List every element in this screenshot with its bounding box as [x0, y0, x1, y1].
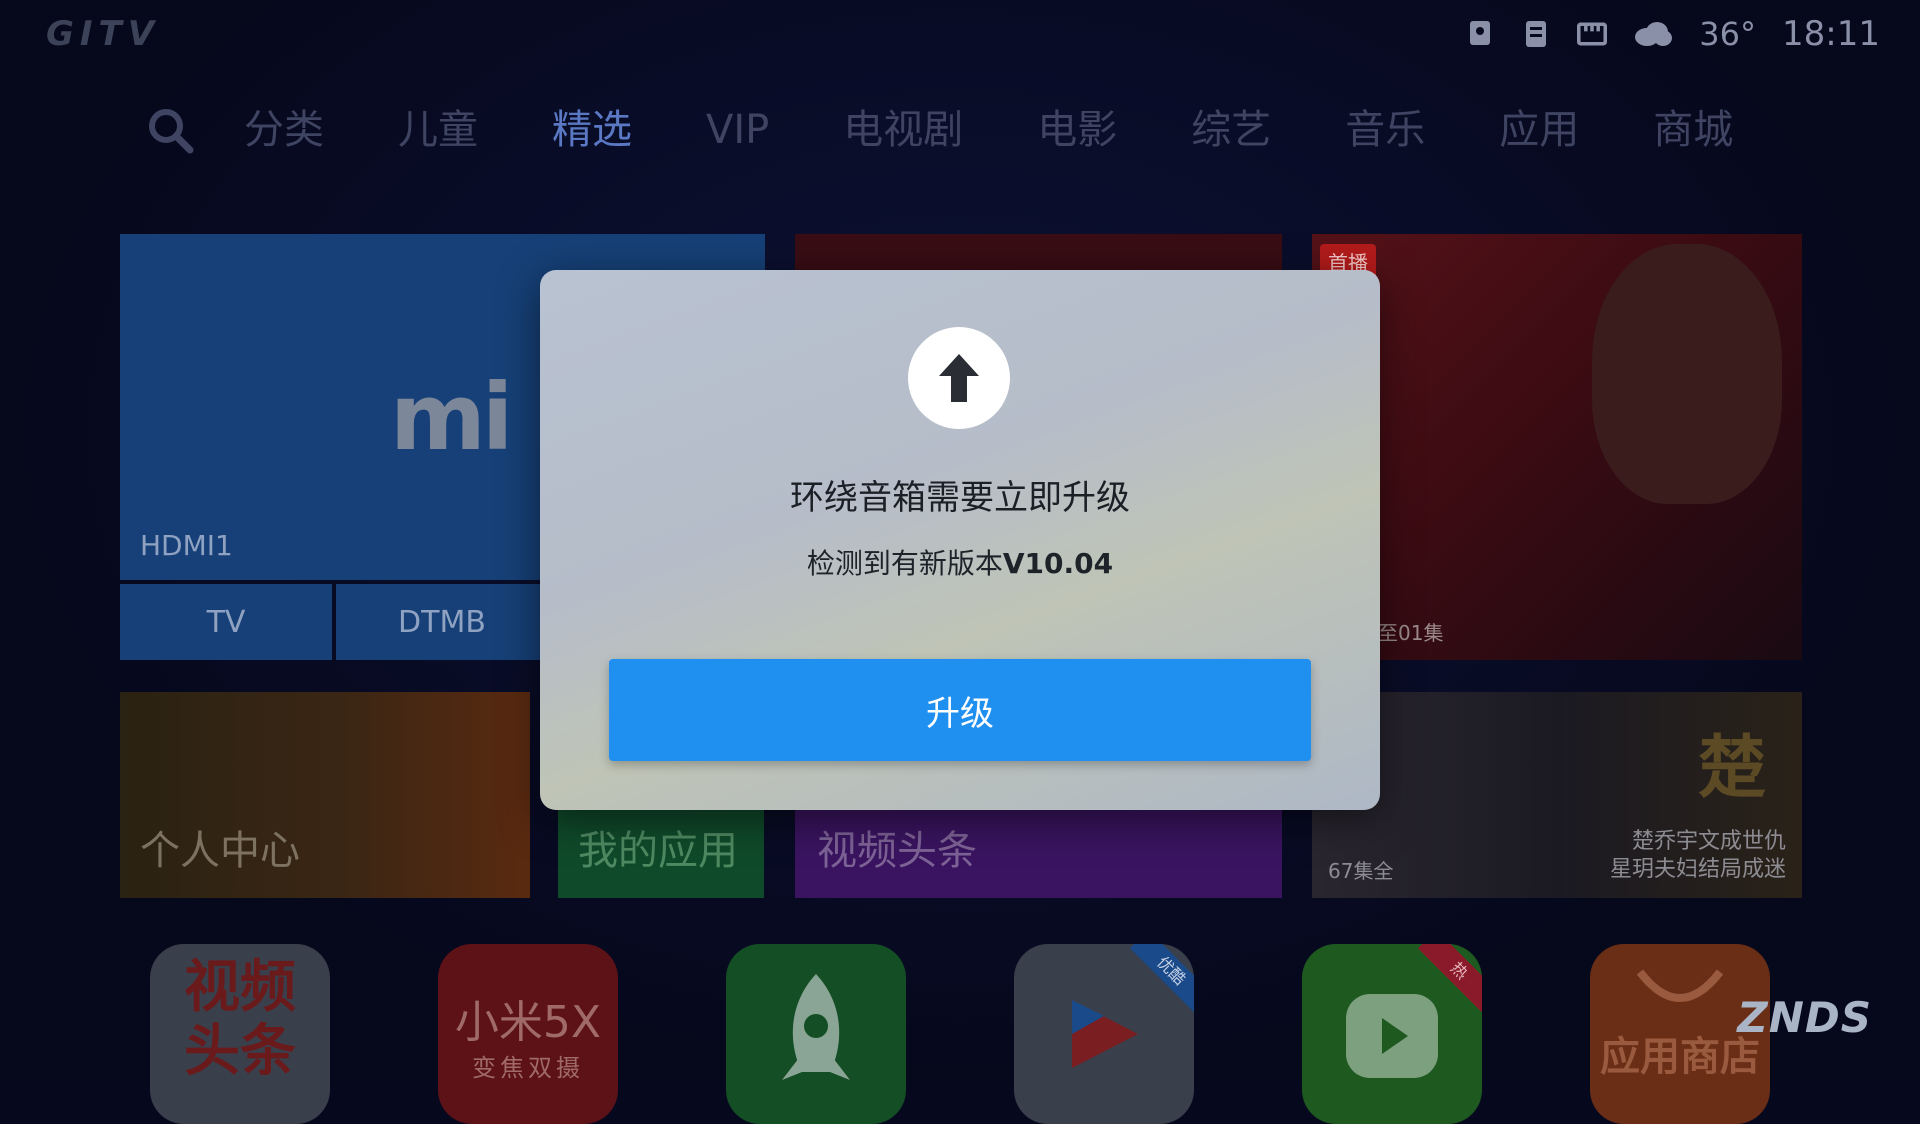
tv-home-screen: GITV 36° 18:11 分类 儿童 精选 VIP 电视剧 电影 综艺 音乐… — [0, 0, 1920, 1124]
personal-center-tile[interactable]: 个人中心 — [120, 692, 530, 898]
movie-poster-tile[interactable]: 首播 至01集 — [1312, 234, 1802, 660]
nav-music[interactable]: 音乐 — [1345, 100, 1425, 160]
nav-tv-series[interactable]: 电视剧 — [843, 100, 963, 160]
drama-desc-line2: 星玥夫妇结局成迷 — [1609, 857, 1786, 882]
location-icon — [1465, 19, 1495, 49]
personal-center-label: 个人中心 — [140, 828, 300, 874]
upgrade-button[interactable]: 升级 — [609, 659, 1311, 761]
ethernet-icon — [1577, 19, 1608, 49]
drama-title-char: 楚 — [1697, 729, 1766, 808]
cloud-icon — [1633, 19, 1673, 49]
app1-line1: 视频 — [184, 955, 296, 1020]
app2-line2: 变焦双摄 — [472, 1054, 584, 1082]
status-bar: 36° 18:11 — [1465, 14, 1880, 54]
clock: 18:11 — [1782, 14, 1880, 54]
poster-figure — [1592, 244, 1782, 504]
nav-apps[interactable]: 应用 — [1499, 100, 1579, 160]
router-icon — [1521, 19, 1551, 49]
znds-watermark: ZNDS — [1737, 993, 1872, 1042]
app-tv-player[interactable]: 热 — [1302, 944, 1482, 1124]
search-icon[interactable] — [140, 100, 200, 160]
nav-category[interactable]: 分类 — [244, 100, 324, 160]
subtitle-prefix: 检测到有新版本 — [806, 547, 1003, 580]
app-mi-5x[interactable]: 小米5X 变焦双摄 — [438, 944, 618, 1124]
nav-vip[interactable]: VIP — [706, 100, 769, 160]
drama-tile[interactable]: 楚 67集全 楚乔宇文成世仇 星玥夫妇结局成迷 — [1312, 692, 1802, 898]
upgrade-arrow-icon — [908, 327, 1010, 429]
source-dtmb-button[interactable]: DTMB — [336, 584, 548, 660]
rocket-icon — [782, 974, 850, 1080]
nav-kids[interactable]: 儿童 — [398, 100, 478, 160]
app-rocket[interactable] — [726, 944, 906, 1124]
top-nav: 分类 儿童 精选 VIP 电视剧 电影 综艺 音乐 应用 商城 — [140, 100, 1733, 160]
app-video-headlines[interactable]: 视频 头条 — [150, 944, 330, 1124]
mi-logo: mi — [390, 364, 513, 471]
source-tv-button[interactable]: TV — [120, 584, 332, 660]
app-youku[interactable]: 优酷 — [1014, 944, 1194, 1124]
drama-description: 楚乔宇文成世仇 星玥夫妇结局成迷 — [1610, 828, 1786, 884]
app1-line2: 头条 — [184, 1019, 296, 1084]
nav-featured[interactable]: 精选 — [552, 100, 632, 160]
my-apps-label: 我的应用 — [578, 828, 738, 874]
dialog-title: 环绕音箱需要立即升级 — [790, 478, 1130, 518]
hdmi-label: HDMI1 — [140, 529, 233, 562]
nav-variety[interactable]: 综艺 — [1191, 100, 1271, 160]
new-version: V10.04 — [1002, 547, 1114, 580]
gitv-logo: GITV — [46, 14, 161, 54]
app2-line1: 小米5X — [454, 997, 602, 1048]
temperature: 36° — [1699, 15, 1757, 53]
episode-label: 至01集 — [1378, 621, 1444, 645]
video-headlines-label: 视频头条 — [817, 828, 977, 874]
nav-movies[interactable]: 电影 — [1037, 100, 1117, 160]
dialog-subtitle: 检测到有新版本V10.04 — [540, 542, 1380, 582]
upgrade-dialog: 环绕音箱需要立即升级 检测到有新版本V10.04 升级 — [540, 270, 1380, 810]
nav-store[interactable]: 商城 — [1653, 100, 1733, 160]
drama-desc-line1: 楚乔宇文成世仇 — [1631, 829, 1786, 854]
drama-episodes: 67集全 — [1328, 859, 1394, 883]
